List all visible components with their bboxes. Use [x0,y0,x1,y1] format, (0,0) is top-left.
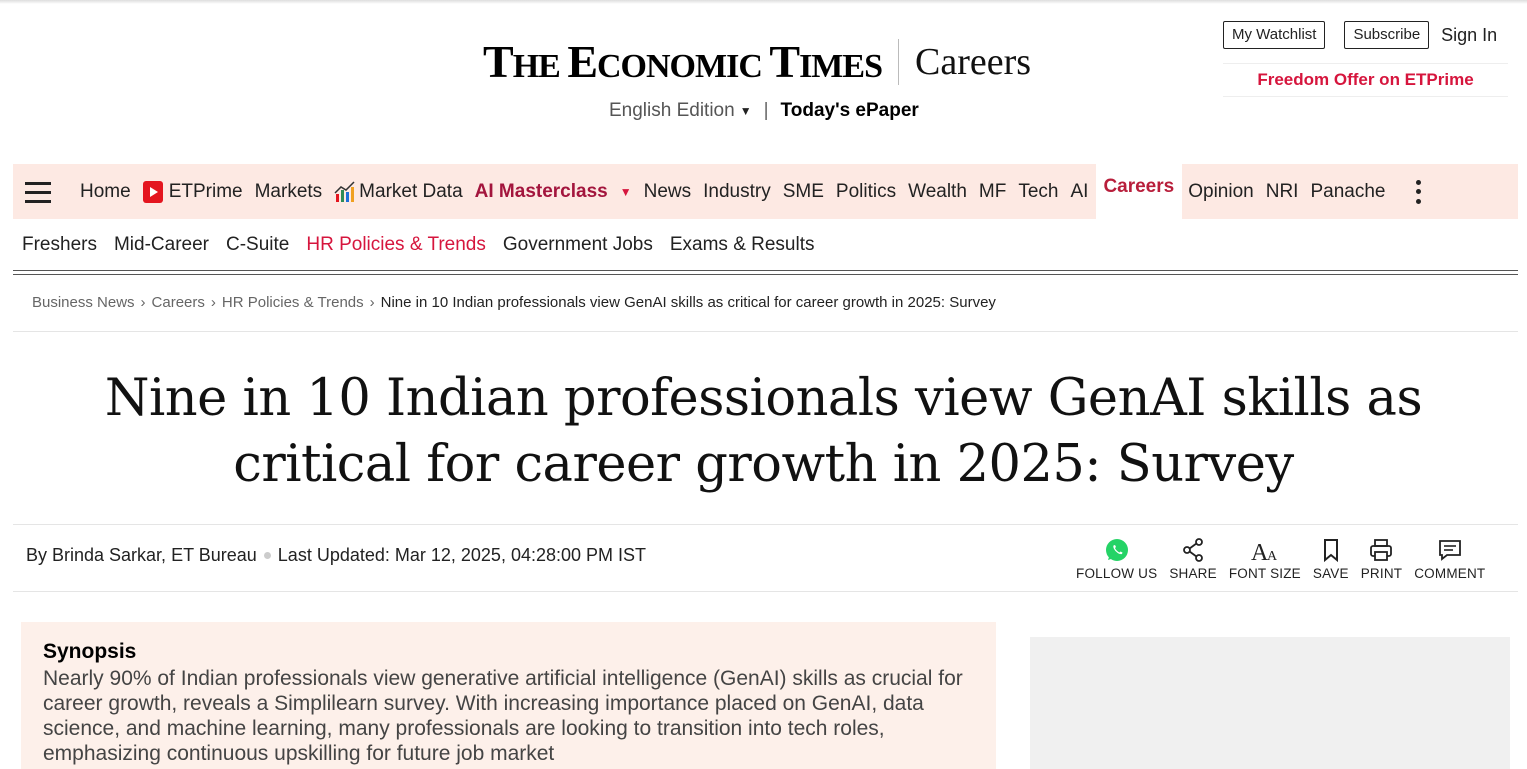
ad-placeholder [1030,637,1510,769]
nav-etprime-label: ETPrime [168,180,243,202]
breadcrumb-item[interactable]: Careers [152,294,205,311]
masthead: THE ECONOMIC TIMES Careers [483,36,1031,88]
subnav-exams-results[interactable]: Exams & Results [670,234,815,256]
epaper-link[interactable]: Today's ePaper [781,100,919,122]
sub-nav: Freshers Mid-Career C-Suite HR Policies … [22,233,832,257]
comment-icon [1438,540,1461,561]
separator: | [763,100,769,121]
nav-tech[interactable]: Tech [1018,181,1058,203]
nav-ai-masterclass-label: AI Masterclass [474,180,608,202]
share-button[interactable]: SHARE [1169,537,1217,581]
synopsis-title: Synopsis [43,640,137,663]
nav-ai[interactable]: AI [1070,181,1088,203]
divider [13,591,1518,592]
divider [13,331,1518,332]
nav-wealth[interactable]: Wealth [908,181,967,203]
font-size-label: FONT SIZE [1228,566,1301,581]
article-headline: Nine in 10 Indian professionals view Gen… [104,369,1423,494]
share-label: SHARE [1169,566,1217,581]
synopsis-box: Synopsis Nearly 90% of Indian profession… [21,622,996,769]
bookmark-icon [1323,539,1338,563]
whatsapp-icon [1105,539,1128,561]
comment-button[interactable]: COMMENT [1414,537,1485,581]
breadcrumb-separator: › [140,294,146,311]
synopsis-text: Nearly 90% of Indian professionals view … [43,667,963,765]
etprime-play-icon [142,180,163,203]
dot-separator [263,552,271,559]
breadcrumb: Business News › Careers › HR Policies & … [32,294,996,311]
last-updated: Last Updated: Mar 12, 2025, 04:28:00 PM … [277,545,647,565]
nav-ai-masterclass[interactable]: AI Masterclass ▼ [475,181,632,203]
subnav-hr-policies[interactable]: HR Policies & Trends [306,234,486,256]
divider [13,524,1518,525]
nav-market-data[interactable]: Market Data [334,180,463,203]
nav-markets[interactable]: Markets [255,181,323,203]
follow-us-label: FOLLOW US [1076,566,1158,581]
article-actions: FOLLOW US SHARE A A FONT SIZE SAVE PRINT [1076,537,1497,581]
author[interactable]: By Brinda Sarkar, ET Bureau [26,545,257,566]
more-menu-icon[interactable] [1415,179,1421,204]
svg-text:A: A [1267,549,1278,563]
account-area: My Watchlist Subscribe Sign In Freedom O… [1223,21,1508,97]
caret-down-icon[interactable]: ▼ [740,104,752,118]
nav-home[interactable]: Home [80,181,131,203]
font-size-icon: A A [1251,540,1278,563]
nav-nri[interactable]: NRI [1266,181,1299,203]
market-chart-icon [334,180,355,202]
breadcrumb-separator: › [369,294,375,311]
comment-label: COMMENT [1414,566,1486,581]
main-nav: Home ETPrime Markets Market Data AI Mast… [13,164,1518,219]
et-logo[interactable]: THE ECONOMIC TIMES [483,39,883,85]
breadcrumb-item[interactable]: Business News [32,294,135,311]
font-size-button[interactable]: A A FONT SIZE [1229,537,1301,581]
signin-link[interactable]: Sign In [1441,25,1497,46]
nav-panache[interactable]: Panache [1310,181,1385,203]
nav-careers[interactable]: Careers [1096,164,1183,219]
save-label: SAVE [1312,566,1349,581]
masthead-divider [898,39,899,85]
etprime-offer-link[interactable]: Freedom Offer on ETPrime [1223,63,1508,97]
watchlist-button[interactable]: My Watchlist [1223,21,1326,49]
print-button[interactable]: PRINT [1361,537,1403,581]
edition-row: English Edition ▼ | Today's ePaper [609,99,919,123]
nav-etprime[interactable]: ETPrime [142,180,243,203]
nav-divider [13,270,1518,275]
breadcrumb-separator: › [210,294,216,311]
top-shadow [0,0,1527,4]
subnav-government-jobs[interactable]: Government Jobs [503,234,653,256]
subnav-freshers[interactable]: Freshers [22,234,97,256]
section-title[interactable]: Careers [915,43,1031,81]
share-icon [1183,538,1203,562]
edition-selector[interactable]: English Edition [609,100,735,122]
hamburger-menu-icon[interactable] [25,181,51,203]
nav-opinion[interactable]: Opinion [1188,181,1254,203]
subnav-mid-career[interactable]: Mid-Career [114,234,209,256]
print-label: PRINT [1360,566,1403,581]
nav-industry[interactable]: Industry [703,181,771,203]
nav-market-data-label: Market Data [359,180,463,202]
save-button[interactable]: SAVE [1313,537,1349,581]
breadcrumb-item[interactable]: HR Policies & Trends [222,294,364,311]
nav-sme[interactable]: SME [783,181,824,203]
nav-politics[interactable]: Politics [836,181,896,203]
subnav-c-suite[interactable]: C-Suite [226,234,289,256]
byline: By Brinda Sarkar, ET Bureau Last Updated… [26,545,646,566]
nav-news[interactable]: News [644,181,692,203]
caret-down-icon: ▼ [619,184,632,199]
printer-icon [1370,539,1393,561]
follow-us-button[interactable]: FOLLOW US [1076,537,1157,581]
subscribe-button[interactable]: Subscribe [1344,21,1430,49]
breadcrumb-current: Nine in 10 Indian professionals view Gen… [380,294,996,311]
nav-mf[interactable]: MF [979,181,1006,203]
